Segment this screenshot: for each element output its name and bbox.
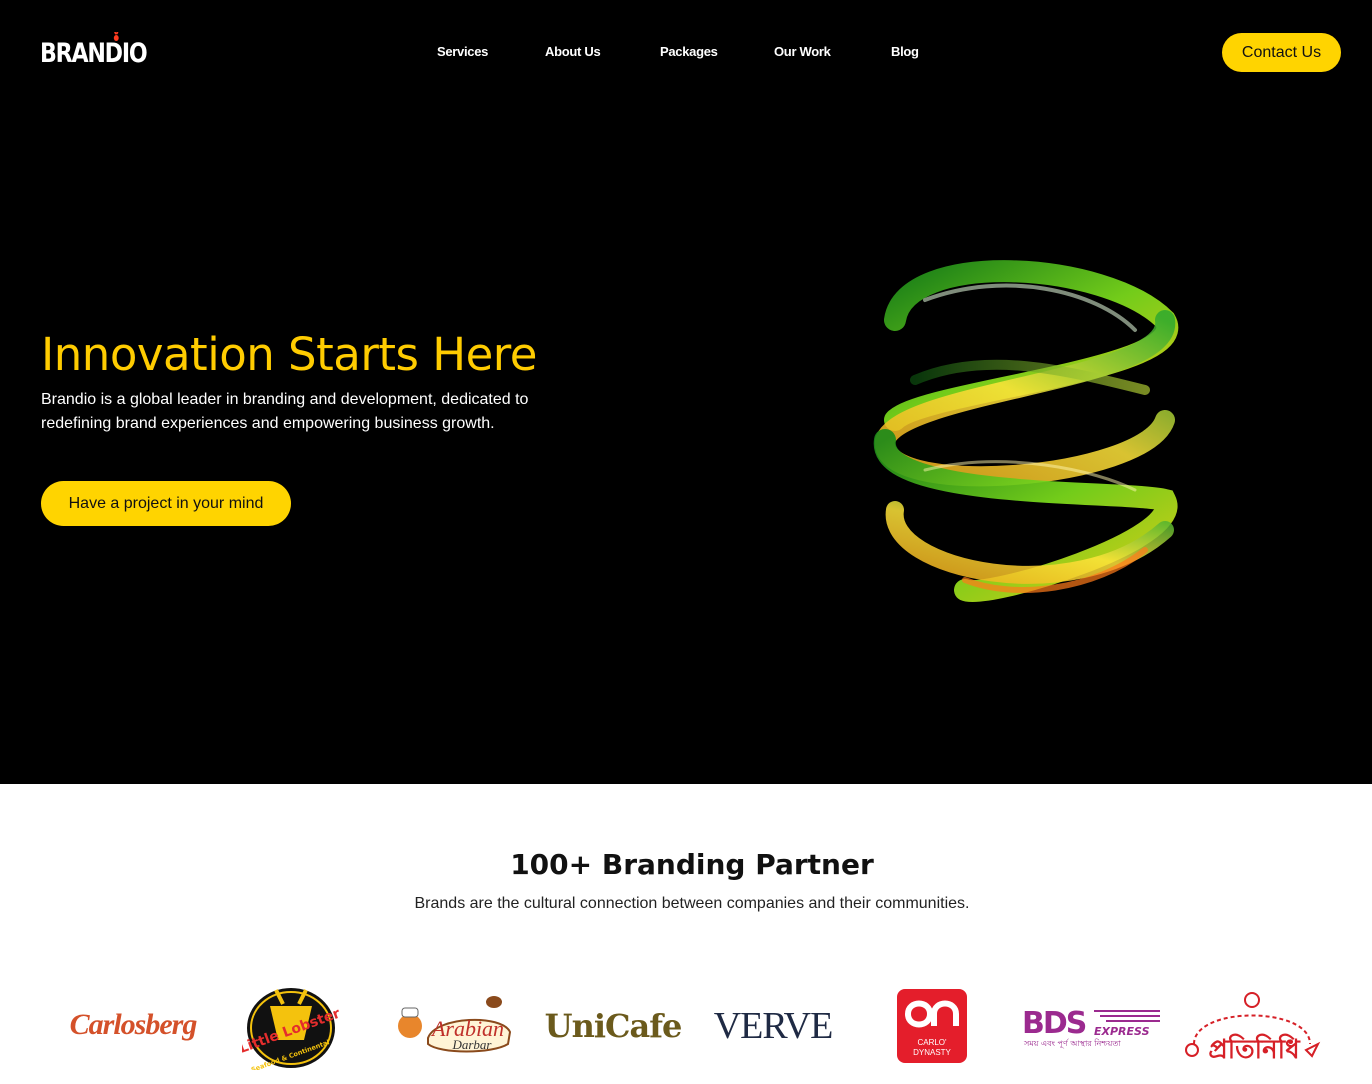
carlo-dynasty-logo: CARLO' DYNASTY — [896, 988, 968, 1064]
carlo-dynasty-emblem: CARLO' DYNASTY — [897, 989, 967, 1063]
little-lobster-logo: Little Lobster Seafood & Continental — [242, 978, 340, 1070]
verve-logo: VERVE — [714, 1003, 834, 1049]
unicafe-logo: UniCafe — [538, 1004, 688, 1048]
protinidhi-logo-text: প্রতিনিধি — [1208, 1033, 1301, 1065]
bds-express-text: EXPRESS — [1094, 1025, 1150, 1038]
contact-us-button[interactable]: Contact Us — [1222, 33, 1341, 72]
bds-express-logo: BDS EXPRESS সময় এবং পূর্ণ আস্থার নিশ্চয… — [1020, 1003, 1162, 1051]
partners-title: 100+ Branding Partner — [510, 848, 874, 881]
arabian-darbar-subtitle: Darbar — [451, 1037, 492, 1052]
hero-title: Innovation Starts Here — [41, 328, 537, 381]
protinidhi-logo: প্রতিনিধি — [1180, 986, 1326, 1066]
carlo-dynasty-line2: DYNASTY — [913, 1048, 951, 1057]
carlosberg-logo-text: Carlosberg — [69, 1008, 198, 1041]
carlo-dynasty-line1: CARLO' — [917, 1038, 947, 1047]
helix-3d-graphic — [873, 260, 1178, 603]
hero-section: BRANDIO Services About Us Packages Our W… — [0, 0, 1372, 784]
nav-services[interactable]: Services — [437, 44, 488, 59]
arabian-darbar-emblem: Arabian Darbar — [398, 996, 512, 1053]
bds-express-emblem: BDS EXPRESS সময় এবং পূর্ণ আস্থার নিশ্চয… — [1022, 1006, 1160, 1048]
bds-tagline: সময় এবং পূর্ণ আস্থার নিশ্চয়তা — [1023, 1039, 1121, 1048]
unicafe-logo-text: UniCafe — [544, 1007, 683, 1045]
nav-packages[interactable]: Packages — [660, 44, 718, 59]
project-cta-button[interactable]: Have a project in your mind — [41, 481, 291, 526]
nav-about-us[interactable]: About Us — [545, 44, 601, 59]
carlosberg-logo: Carlosberg — [58, 1003, 208, 1047]
partners-subtitle: Brands are the cultural connection betwe… — [414, 895, 970, 912]
logo-fruit-icon — [113, 32, 119, 41]
arabian-darbar-logo: Arabian Darbar — [392, 988, 514, 1058]
nav-our-work[interactable]: Our Work — [774, 44, 831, 59]
nav-blog[interactable]: Blog — [891, 44, 919, 59]
verve-logo-text: VERVE — [713, 1005, 834, 1047]
protinidhi-emblem: প্রতিনিধি — [1185, 992, 1321, 1065]
little-lobster-emblem: Little Lobster Seafood & Continental — [242, 988, 340, 1070]
main-nav: Services About Us Packages Our Work Blog — [0, 44, 1372, 62]
bds-logo-text: BDS — [1022, 1006, 1086, 1041]
hero-description: Brandio is a global leader in branding a… — [41, 391, 529, 432]
